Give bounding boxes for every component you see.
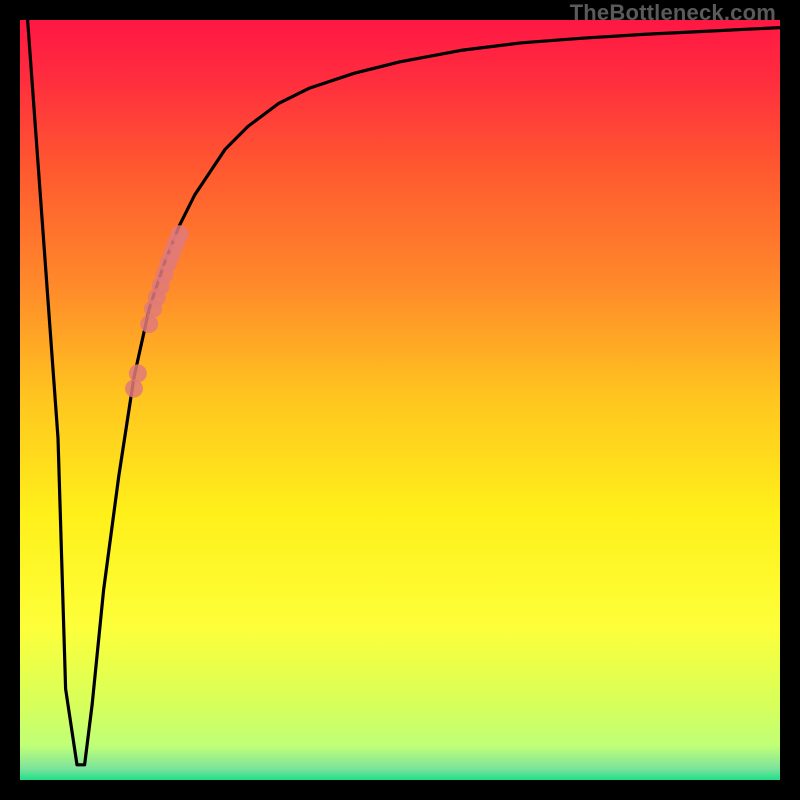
highlight-dot [129, 364, 147, 382]
highlight-dots [125, 225, 189, 397]
chart-frame: TheBottleneck.com [0, 0, 800, 800]
plot-area [20, 20, 780, 780]
highlight-dot [125, 380, 143, 398]
highlight-dot [140, 315, 158, 333]
bottleneck-curve [20, 20, 780, 780]
highlight-dot [171, 225, 189, 243]
watermark-label: TheBottleneck.com [570, 0, 776, 26]
